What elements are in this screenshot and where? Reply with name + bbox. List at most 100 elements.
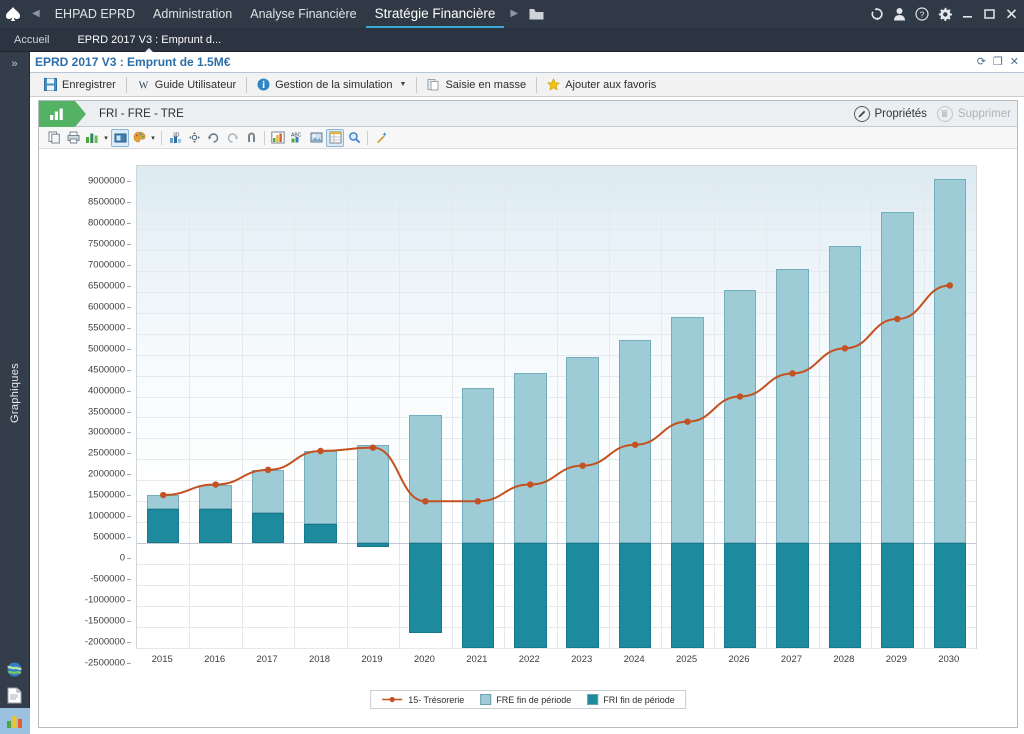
delete-button[interactable]: Supprimer: [936, 105, 1011, 122]
settings-gear-icon[interactable]: [938, 7, 952, 21]
bar-segment-fre[interactable]: [251, 469, 285, 514]
undo-rotate-icon[interactable]: [223, 129, 241, 147]
bar-segment-fri[interactable]: [461, 543, 495, 648]
bar-group[interactable]: [251, 166, 285, 648]
bar-segment-fre[interactable]: [409, 415, 442, 544]
menu-item-ehpad-eprd[interactable]: EHPAD EPRD: [46, 0, 144, 28]
three-d-icon[interactable]: 3D: [166, 129, 184, 147]
maximize-icon[interactable]: [983, 8, 996, 20]
bar-group[interactable]: [304, 166, 337, 648]
tab-accueil[interactable]: Accueil: [0, 28, 63, 52]
bar-segment-fre[interactable]: [146, 495, 180, 509]
user-icon[interactable]: [893, 7, 906, 21]
bar-group[interactable]: [618, 166, 652, 648]
bar-group[interactable]: [356, 166, 390, 648]
doc-restore-icon[interactable]: ❐: [993, 56, 1003, 68]
legend-item[interactable]: 15- Trésorerie: [381, 694, 464, 705]
bar-segment-fri[interactable]: [618, 543, 652, 648]
user-guide-button[interactable]: W Guide Utilisateur: [129, 75, 244, 95]
doc-close-icon[interactable]: ✕: [1010, 56, 1019, 68]
sidebar-expand-button[interactable]: »: [11, 58, 17, 70]
bar-segment-fri[interactable]: [356, 543, 390, 547]
copy-icon[interactable]: [45, 129, 63, 147]
simulation-management-button[interactable]: Gestion de la simulation ▼: [249, 75, 414, 95]
menu-item-strategie-financiere[interactable]: Stratégie Financière: [365, 0, 505, 28]
legend-item[interactable]: FRI fin de période: [587, 694, 675, 705]
bar-segment-fri[interactable]: [671, 543, 704, 648]
bar-segment-fre[interactable]: [461, 388, 495, 544]
save-button[interactable]: Enregistrer: [36, 75, 124, 95]
bar-segment-fri[interactable]: [199, 508, 232, 544]
bar-segment-fre[interactable]: [618, 339, 652, 544]
properties-button[interactable]: Propriétés: [853, 105, 927, 122]
bar-group[interactable]: [514, 166, 547, 648]
bar-group[interactable]: [409, 166, 442, 648]
menu-item-analyse-financiere[interactable]: Analyse Financière: [241, 0, 365, 28]
help-icon[interactable]: ?: [915, 7, 929, 21]
chart-type-dropdown-caret-icon[interactable]: ▾: [102, 134, 110, 142]
rotate-icon[interactable]: [204, 129, 222, 147]
bar-group[interactable]: [933, 166, 967, 648]
chart-type-icon[interactable]: [83, 129, 101, 147]
doc-refresh-icon[interactable]: ⟳: [977, 56, 986, 68]
bar-segment-fri[interactable]: [776, 543, 809, 648]
palette-dropdown-caret-icon[interactable]: ▾: [149, 134, 157, 142]
bar-group[interactable]: [146, 166, 180, 648]
bar-segment-fri[interactable]: [881, 543, 914, 648]
bar-segment-fre[interactable]: [671, 316, 704, 544]
folder-icon[interactable]: [524, 8, 549, 21]
menu-item-administration[interactable]: Administration: [144, 0, 241, 28]
globe-icon[interactable]: [0, 656, 30, 682]
magnet-icon[interactable]: [242, 129, 260, 147]
add-favorite-button[interactable]: Ajouter aux favoris: [539, 75, 664, 95]
bar-segment-fri[interactable]: [514, 543, 547, 648]
bar-group[interactable]: [566, 166, 599, 648]
bar-segment-fri[interactable]: [409, 543, 442, 634]
abc-icon[interactable]: ABC: [288, 129, 306, 147]
bulk-entry-button[interactable]: Saisie en masse: [419, 75, 534, 95]
legend-item[interactable]: FRE fin de période: [480, 694, 571, 705]
palette-icon[interactable]: [130, 129, 148, 147]
tab-eprd-2017-v3[interactable]: EPRD 2017 V3 : Emprunt d...: [63, 28, 235, 53]
zoom-icon[interactable]: [345, 129, 363, 147]
move-icon[interactable]: [185, 129, 203, 147]
bar-segment-fri[interactable]: [723, 543, 757, 648]
bar-group[interactable]: [828, 166, 862, 648]
chevron-down-icon[interactable]: ▼: [400, 81, 407, 88]
wand-icon[interactable]: [372, 129, 390, 147]
bar-segment-fri[interactable]: [304, 524, 337, 544]
data-table-icon[interactable]: [326, 128, 344, 147]
bar-segment-fre[interactable]: [776, 268, 809, 544]
refresh-icon[interactable]: [870, 7, 884, 21]
bar-segment-fre[interactable]: [304, 451, 337, 525]
bar-segment-fri[interactable]: [566, 543, 599, 648]
bar-group[interactable]: [881, 166, 914, 648]
bar-segment-fre[interactable]: [933, 178, 967, 544]
bar-segment-fri[interactable]: [933, 543, 967, 648]
bar-segment-fre[interactable]: [881, 212, 914, 544]
bar-group[interactable]: [199, 166, 232, 648]
bar-group[interactable]: [671, 166, 704, 648]
bar-group[interactable]: [723, 166, 757, 648]
bar-segment-fri[interactable]: [251, 513, 285, 544]
chart-icon[interactable]: [0, 708, 30, 734]
nav-forward-arrow-icon[interactable]: ▶: [504, 9, 524, 19]
bar-segment-fri[interactable]: [146, 508, 180, 544]
document-icon[interactable]: [0, 682, 30, 708]
image-icon[interactable]: [307, 129, 325, 147]
nav-back-arrow-icon[interactable]: ◀: [26, 9, 46, 19]
bar-segment-fre[interactable]: [723, 289, 757, 544]
bar-segment-fre[interactable]: [514, 373, 547, 544]
bar-segment-fre[interactable]: [566, 356, 599, 544]
minimize-icon[interactable]: [961, 8, 974, 20]
bar-group[interactable]: [461, 166, 495, 648]
legend-icon[interactable]: [269, 129, 287, 147]
bar-segment-fre[interactable]: [828, 245, 862, 544]
select-mode-icon[interactable]: [111, 128, 129, 147]
bar-segment-fri[interactable]: [828, 543, 862, 648]
bar-segment-fre[interactable]: [356, 444, 390, 544]
print-icon[interactable]: [64, 129, 82, 147]
close-icon[interactable]: [1005, 8, 1018, 20]
bar-segment-fre[interactable]: [199, 484, 232, 509]
bar-group[interactable]: [776, 166, 809, 648]
